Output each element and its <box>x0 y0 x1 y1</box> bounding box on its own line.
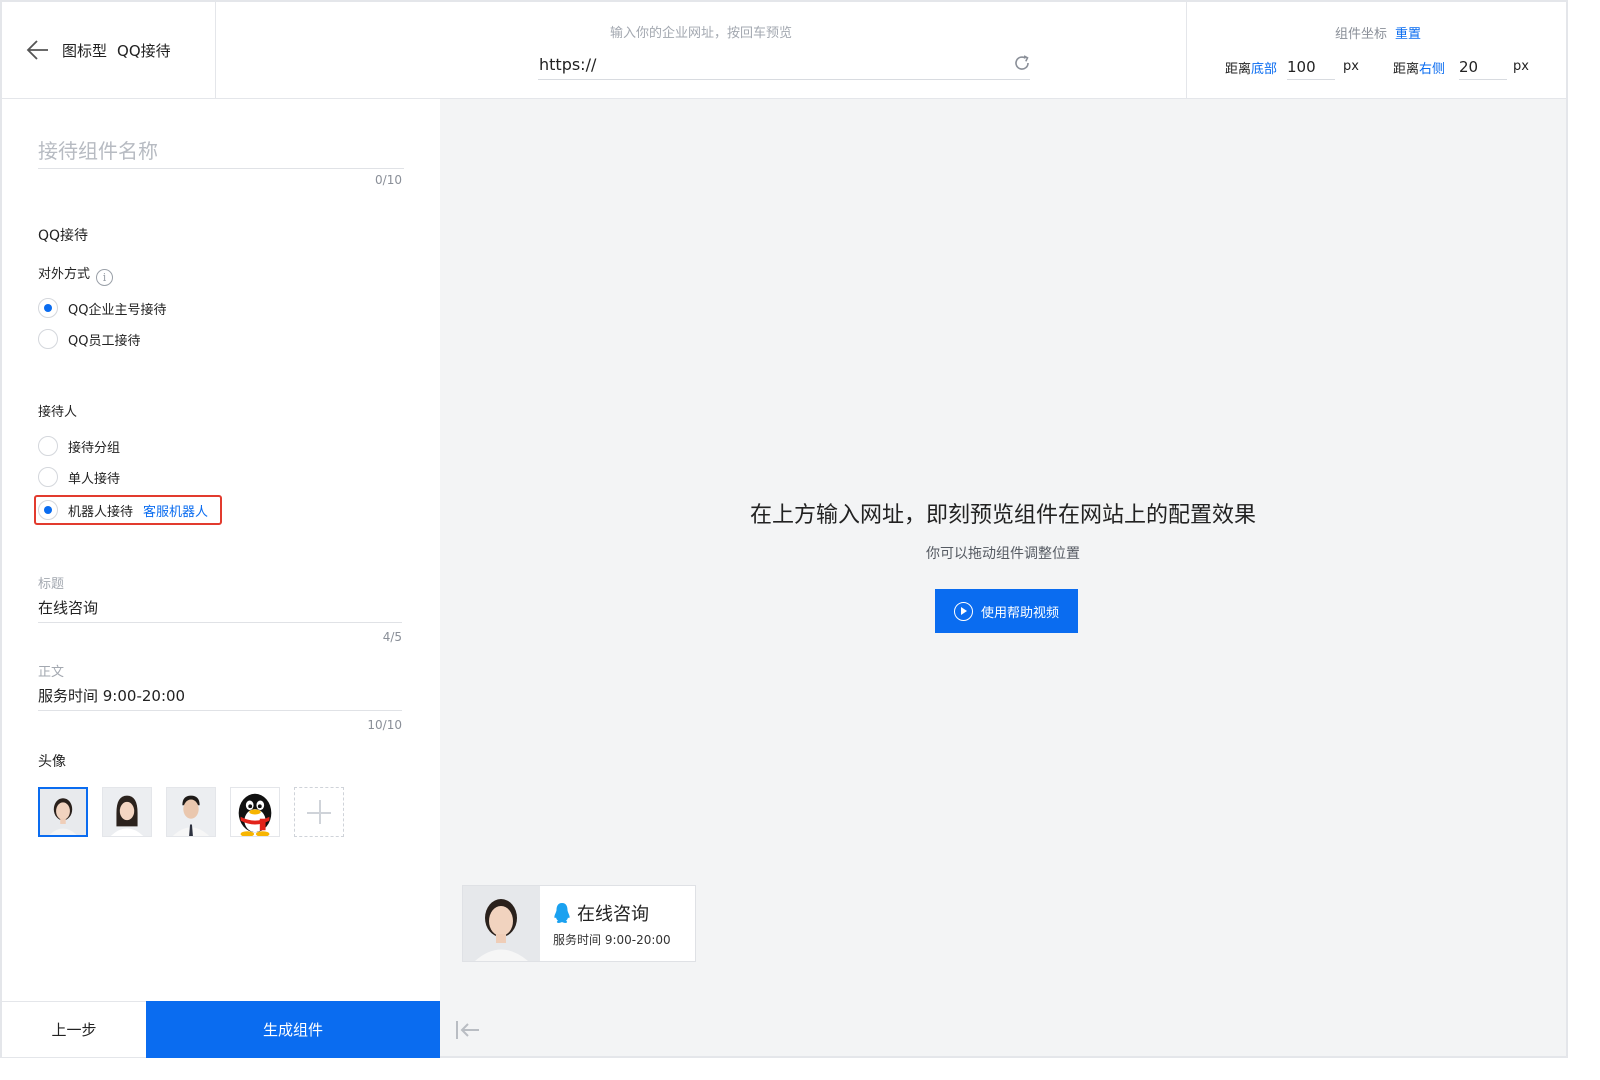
radio-label: 机器人接待 <box>68 504 134 520</box>
radio-label: QQ员工接待 <box>68 333 141 349</box>
component-name-input[interactable] <box>38 133 404 169</box>
title-counter: 4/5 <box>382 630 402 644</box>
avatar-label: 头像 <box>38 754 66 770</box>
female-avatar-icon <box>40 789 86 835</box>
bottom-bar: 上一步 生成组件 <box>2 1001 440 1058</box>
bottom-unit: px <box>1343 59 1359 74</box>
bottom-distance-input[interactable] <box>1287 54 1335 80</box>
avatar-picker <box>38 787 344 837</box>
right-word: 右侧 <box>1419 62 1446 77</box>
radio-button[interactable] <box>38 436 58 456</box>
name-counter: 0/10 <box>375 173 402 187</box>
avatar-option-male[interactable] <box>166 787 216 837</box>
radio-qq-staff[interactable]: QQ员工接待 <box>38 328 140 350</box>
female-avatar-icon <box>463 886 540 961</box>
qq-penguin-icon <box>231 788 279 836</box>
radio-button[interactable] <box>38 467 58 487</box>
coord-title: 组件坐标 重置 <box>1335 23 1421 42</box>
bottom-distance-label: 距离底部 <box>1225 58 1277 77</box>
back-arrow-icon[interactable] <box>26 39 50 61</box>
contact-method-label: 对外方式 i <box>38 263 114 286</box>
radio-button[interactable] <box>38 329 58 349</box>
bottom-word: 底部 <box>1251 62 1278 77</box>
breadcrumb-page: QQ接待 <box>117 42 171 60</box>
female-avatar-icon <box>103 788 151 836</box>
widget-title-text: 在线咨询 <box>577 904 649 925</box>
radio-group-reception[interactable]: 接待分组 <box>38 435 120 457</box>
title-caption: 标题 <box>38 577 65 592</box>
right-distance-label: 距离右侧 <box>1393 58 1445 77</box>
receiver-label: 接待人 <box>38 405 78 420</box>
widget-avatar <box>463 886 540 961</box>
coord-title-text: 组件坐标 <box>1335 27 1388 42</box>
chat-widget-preview[interactable]: 在线咨询 服务时间 9:00-20:00 <box>462 885 696 962</box>
radio-button[interactable] <box>38 500 58 520</box>
title-input[interactable] <box>38 593 402 623</box>
preview-subtitle: 你可以拖动组件调整位置 <box>926 546 1080 562</box>
male-avatar-icon <box>167 788 215 836</box>
avatar-option-female-2[interactable] <box>102 787 152 837</box>
coordinate-panel: 组件坐标重置 距离底部 px 距离右侧 px <box>1186 2 1566 99</box>
url-bar: 输入你的企业网址，按回车预览 <box>216 2 1186 99</box>
reset-link[interactable]: 重置 <box>1395 27 1421 42</box>
top-bar: 图标型QQ接待 输入你的企业网址，按回车预览 组件坐标重置 距离底部 px 距离… <box>2 2 1566 99</box>
widget-text: 服务时间 9:00-20:00 <box>553 933 671 947</box>
section-title: QQ接待 <box>38 228 89 244</box>
radio-button[interactable] <box>38 298 58 318</box>
breadcrumb-type: 图标型 <box>62 42 108 60</box>
radio-label: 单人接待 <box>68 471 121 487</box>
radio-qq-main[interactable]: QQ企业主号接待 <box>38 297 166 319</box>
collapse-panel-icon[interactable] <box>454 1019 482 1041</box>
body-input[interactable] <box>38 681 402 711</box>
radio-single-reception[interactable]: 单人接待 <box>38 466 120 488</box>
app-window: 图标型QQ接待 输入你的企业网址，按回车预览 组件坐标重置 距离底部 px 距离… <box>0 0 1568 1058</box>
generate-component-button[interactable]: 生成组件 <box>146 1001 440 1058</box>
right-unit: px <box>1513 59 1529 74</box>
help-video-button[interactable]: 使用帮助视频 <box>935 589 1078 633</box>
refresh-icon[interactable] <box>1012 53 1032 73</box>
contact-method-text: 对外方式 <box>38 267 91 282</box>
preview-area: 在上方输入网址，即刻预览组件在网站上的配置效果 你可以拖动组件调整位置 使用帮助… <box>440 99 1566 1056</box>
breadcrumb-text: 图标型 QQ接待 <box>62 40 171 61</box>
breadcrumb: 图标型 QQ接待 <box>2 2 216 99</box>
config-panel: 0/10 QQ接待 对外方式 i QQ企业主号接待 QQ员工接待 接待人 接待分组… <box>2 99 440 1058</box>
radio-label: QQ企业主号接待 <box>68 302 167 318</box>
avatar-option-qq-penguin[interactable] <box>230 787 280 837</box>
radio-robot-reception[interactable]: 机器人接待 客服机器人 <box>38 499 208 521</box>
add-avatar-button[interactable] <box>294 787 344 837</box>
url-input[interactable] <box>538 50 1030 80</box>
prev-step-button[interactable]: 上一步 <box>2 1002 146 1057</box>
body-caption: 正文 <box>38 665 65 680</box>
widget-title: 在线咨询 <box>553 900 671 926</box>
right-prefix: 距离 <box>1393 62 1420 77</box>
bottom-prefix: 距离 <box>1225 62 1252 77</box>
preview-title: 在上方输入网址，即刻预览组件在网站上的配置效果 <box>749 503 1256 528</box>
right-distance-input[interactable] <box>1459 54 1507 80</box>
info-icon[interactable]: i <box>96 269 114 286</box>
radio-label: 接待分组 <box>68 440 121 456</box>
url-hint: 输入你的企业网址，按回车预览 <box>609 26 792 41</box>
help-video-label: 使用帮助视频 <box>980 605 1059 621</box>
avatar-option-female-1[interactable] <box>38 787 88 837</box>
qq-icon <box>554 903 570 923</box>
play-icon <box>953 601 973 621</box>
widget-body: 在线咨询 服务时间 9:00-20:00 <box>540 886 671 961</box>
robot-service-link[interactable]: 客服机器人 <box>143 501 208 520</box>
body-counter: 10/10 <box>367 718 402 732</box>
